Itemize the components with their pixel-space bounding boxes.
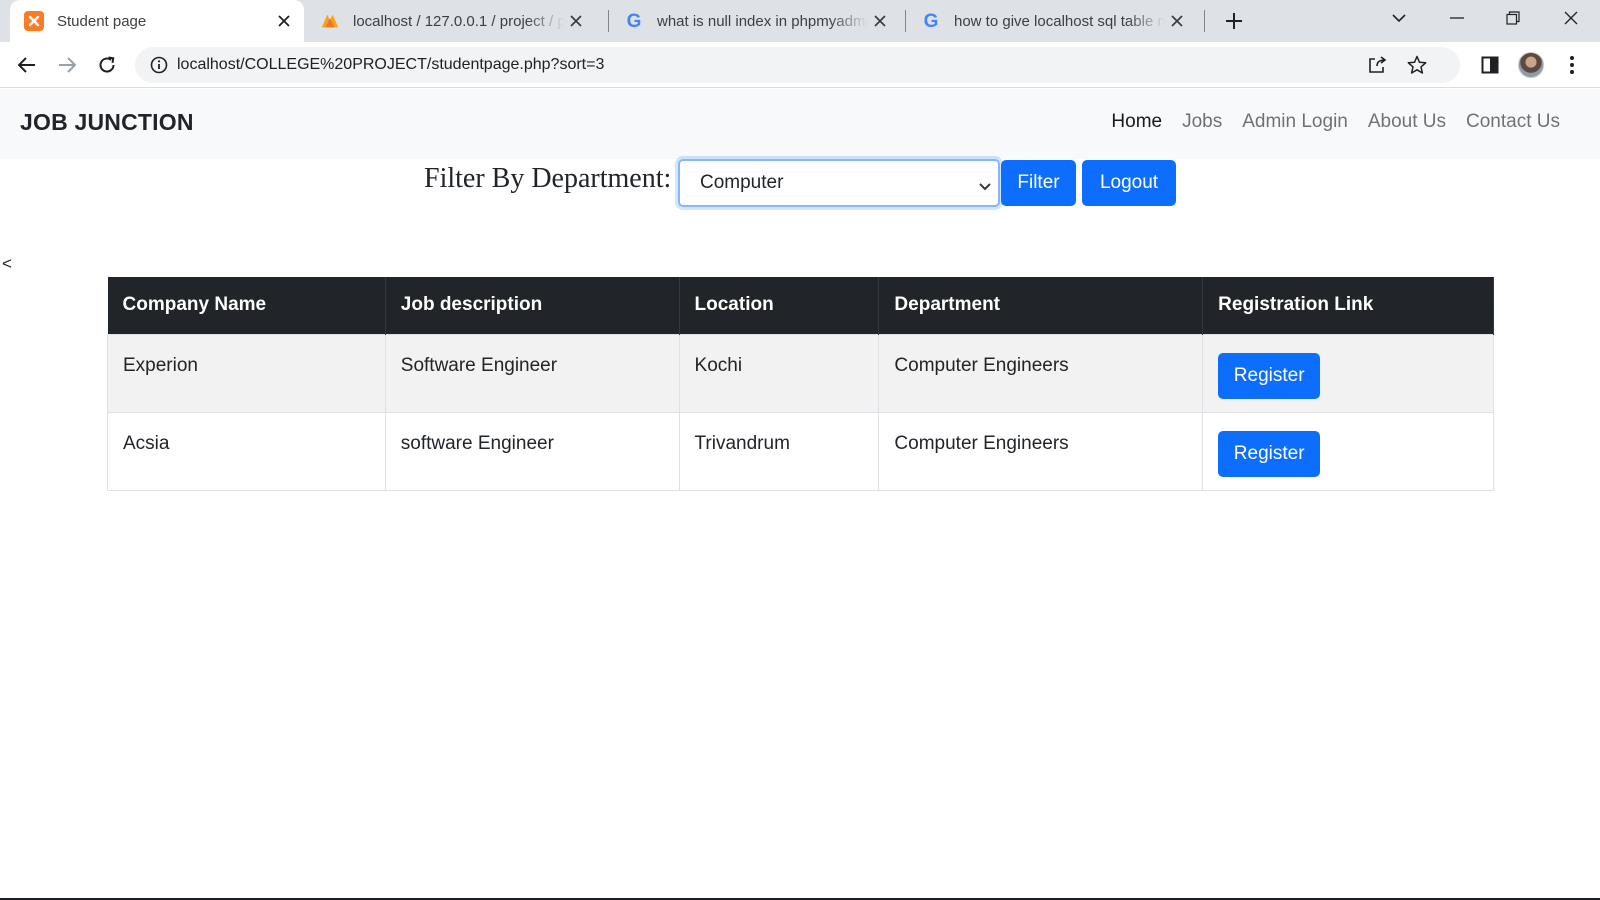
cell-registration: Register (1202, 411, 1494, 491)
cell-job: software Engineer (384, 411, 680, 491)
xampp-icon (24, 11, 44, 31)
filter-button[interactable]: Filter (1001, 160, 1076, 206)
tab-title: what is null index in phpmyadmin - Googl… (657, 12, 868, 30)
header-job-description: Job description (385, 277, 680, 334)
new-tab-plus-icon[interactable] (1220, 7, 1248, 35)
address-bar[interactable]: localhost/COLLEGE%20PROJECT/studentpage.… (135, 47, 1460, 83)
close-tab-icon[interactable] (564, 9, 588, 33)
reload-icon[interactable] (93, 51, 121, 79)
table-header-row: Company Name Job description Location De… (107, 277, 1494, 334)
tab-phpmyadmin[interactable]: localhost / 127.0.0.1 / project / phpMyA… (306, 0, 596, 42)
nav-link-home[interactable]: Home (1101, 111, 1172, 133)
nav-link-admin-login[interactable]: Admin Login (1232, 111, 1358, 133)
cell-registration: Register (1202, 333, 1494, 413)
forward-arrow-icon[interactable] (53, 51, 81, 79)
header-department: Department (878, 277, 1204, 334)
tab-title: localhost / 127.0.0.1 / project / phpMyA… (353, 12, 564, 30)
tab-separator (1204, 10, 1205, 32)
chevron-down-icon (978, 176, 992, 198)
site-navbar: JOB JUNCTION Home Jobs Admin Login About… (0, 89, 1600, 159)
google-icon: G (923, 10, 939, 32)
register-button[interactable]: Register (1218, 430, 1321, 477)
cell-company: Acsia (107, 411, 386, 491)
nav-links: Home Jobs Admin Login About Us Contact U… (1101, 111, 1570, 133)
tab-google-search-null-index[interactable]: G what is null index in phpmyadmin - Goo… (610, 0, 900, 42)
department-select-value: Computer (700, 172, 784, 193)
share-icon[interactable] (1364, 52, 1390, 78)
tab-separator (905, 10, 906, 32)
header-location: Location (679, 277, 880, 334)
menu-kebab-icon[interactable] (1558, 51, 1586, 79)
bookmark-star-icon[interactable] (1404, 52, 1430, 78)
jobs-table: Company Name Job description Location De… (107, 277, 1494, 491)
close-tab-icon[interactable] (272, 9, 296, 33)
department-select[interactable]: Computer (678, 159, 1000, 207)
close-window-icon[interactable] (1554, 4, 1588, 32)
nav-link-about-us[interactable]: About Us (1358, 111, 1456, 133)
browser-tab-strip: Student page localhost / 127.0.0.1 / pro… (0, 0, 1600, 42)
cell-company: Experion (107, 333, 386, 413)
close-tab-icon[interactable] (868, 9, 892, 33)
profile-avatar[interactable] (1517, 51, 1545, 79)
phpmyadmin-icon (320, 11, 340, 31)
tab-title: Student page (57, 12, 147, 30)
table-row: Experion Software Engineer Kochi Compute… (107, 333, 1494, 413)
tab-google-search-sql-table[interactable]: G how to give localhost sql table name -… (907, 0, 1197, 42)
site-brand[interactable]: JOB JUNCTION (20, 109, 194, 136)
nav-link-contact-us[interactable]: Contact Us (1456, 111, 1570, 133)
logout-button[interactable]: Logout (1082, 160, 1176, 206)
cell-location: Kochi (678, 333, 880, 413)
table-row: Acsia software Engineer Trivandrum Compu… (107, 411, 1494, 491)
tab-search-chevron-icon[interactable] (1382, 4, 1416, 32)
close-tab-icon[interactable] (1165, 9, 1189, 33)
cell-department: Computer Engineers (878, 333, 1204, 413)
url-text[interactable]: localhost/COLLEGE%20PROJECT/studentpage.… (177, 56, 604, 74)
restore-icon[interactable] (1496, 4, 1530, 32)
header-registration-link: Registration Link (1202, 277, 1494, 334)
side-panel-icon[interactable] (1476, 51, 1504, 79)
nav-link-jobs[interactable]: Jobs (1172, 111, 1232, 133)
cell-location: Trivandrum (678, 411, 880, 491)
tab-separator (608, 10, 609, 32)
site-info-icon[interactable] (148, 54, 170, 76)
stray-text: < (2, 254, 12, 273)
tab-student-page[interactable]: Student page (10, 0, 304, 42)
browser-toolbar: localhost/COLLEGE%20PROJECT/studentpage.… (0, 42, 1600, 88)
cell-department: Computer Engineers (878, 411, 1204, 491)
minimize-icon[interactable] (1440, 4, 1474, 32)
cell-job: Software Engineer (384, 333, 680, 413)
header-company-name: Company Name (107, 277, 386, 334)
register-button[interactable]: Register (1218, 352, 1321, 399)
google-icon: G (626, 10, 642, 32)
tab-title: how to give localhost sql table name - G… (954, 12, 1165, 30)
filter-by-department-label: Filter By Department: (424, 163, 672, 194)
back-arrow-icon[interactable] (13, 51, 41, 79)
